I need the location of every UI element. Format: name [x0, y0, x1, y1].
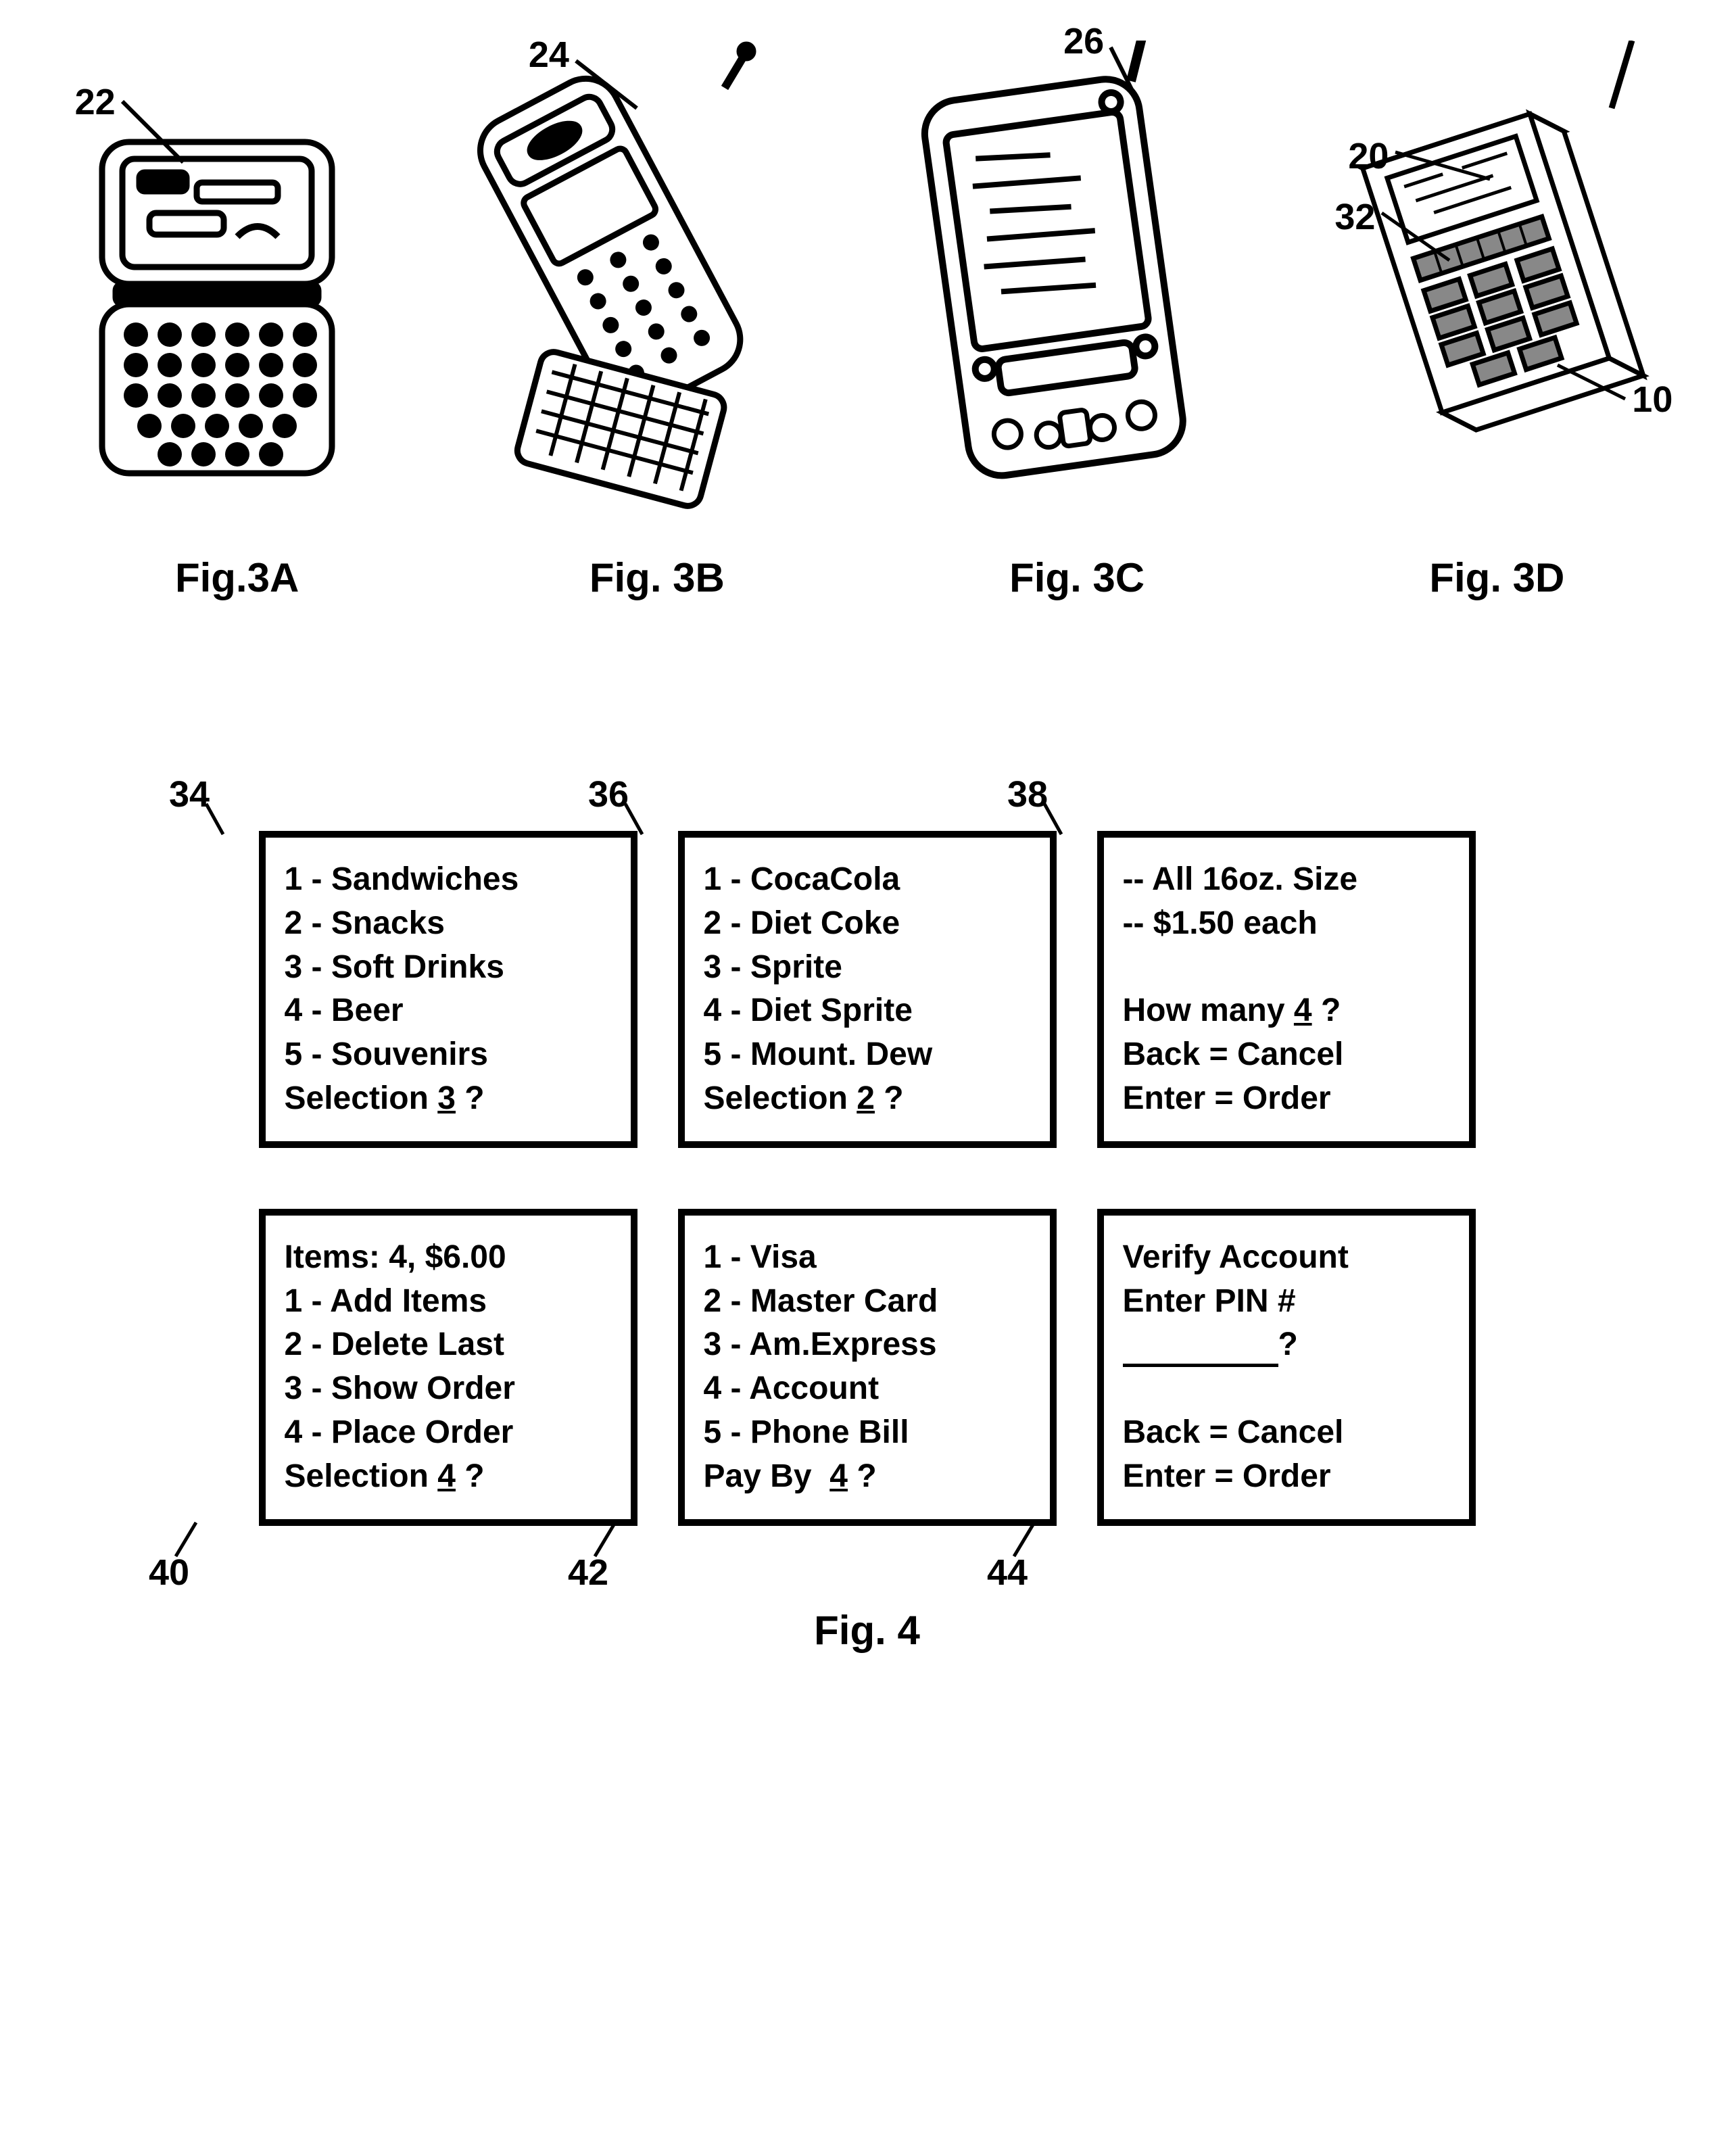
s36-prompt: Selection 2 ? [704, 1077, 1031, 1121]
s40-l1: 1 - Add Items [285, 1280, 612, 1324]
pda-icon [894, 41, 1219, 527]
ref-20: 20 [1348, 135, 1389, 177]
s34-l4: 4 - Beer [285, 989, 612, 1033]
s42-l4: 4 - Account [704, 1367, 1031, 1411]
ref-36: 36 [588, 773, 629, 815]
s42-l1: 1 - Visa [704, 1236, 1031, 1280]
caption-3b: Fig. 3B [495, 554, 819, 601]
s40-header: Items: 4, $6.00 [285, 1236, 612, 1280]
s38-b2: Enter = Order [1123, 1077, 1450, 1121]
screen-38: -- All 16oz. Size -- $1.50 each How many… [1097, 831, 1476, 1148]
caption-3c: Fig. 3C [915, 554, 1239, 601]
s44-blank: ? [1123, 1323, 1450, 1367]
ref-26: 26 [1063, 20, 1104, 62]
screen-42: 1 - Visa 2 - Master Card 3 - Am.Express … [678, 1209, 1057, 1526]
screen-44: Verify Account Enter PIN # ? Back = Canc… [1097, 1209, 1476, 1526]
device-captions: Fig.3A Fig. 3B Fig. 3C Fig. 3D [27, 554, 1707, 601]
remote-icon [1328, 41, 1652, 527]
s42-l2: 2 - Master Card [704, 1280, 1031, 1324]
s40-l4: 4 - Place Order [285, 1411, 612, 1455]
ref-22: 22 [75, 81, 116, 123]
screen-grid: 34 36 38 1 - Sandwiches 2 - Snacks 3 - S… [27, 831, 1707, 1526]
caption-3a: Fig.3A [75, 554, 400, 601]
s40-prompt: Selection 4 ? [285, 1455, 612, 1499]
ref-44: 44 [987, 1552, 1028, 1594]
s34-l1: 1 - Sandwiches [285, 858, 612, 902]
screen-40: Items: 4, $6.00 1 - Add Items 2 - Delete… [259, 1209, 637, 1526]
device-10: 20 32 10 [1328, 41, 1652, 527]
s38-t1: -- All 16oz. Size [1123, 858, 1450, 902]
ref-42: 42 [568, 1552, 608, 1594]
s36-l1: 1 - CocaCola [704, 858, 1031, 902]
device-24: 24 [461, 41, 786, 527]
s40-l2: 2 - Delete Last [285, 1323, 612, 1367]
caption-fig4: Fig. 4 [27, 1607, 1707, 1654]
s34-l2: 2 - Snacks [285, 902, 612, 946]
s34-l5: 5 - Souvenirs [285, 1033, 612, 1077]
s44-t2: Enter PIN # [1123, 1280, 1450, 1324]
flip-phone-icon [461, 41, 786, 527]
s34-prompt: Selection 3 ? [285, 1077, 612, 1121]
s36-l4: 4 - Diet Sprite [704, 989, 1031, 1033]
pager-icon [82, 41, 352, 527]
s42-l5: 5 - Phone Bill [704, 1411, 1031, 1455]
s42-prompt: Pay By 4 ? [704, 1455, 1031, 1499]
caption-3d: Fig. 3D [1334, 554, 1659, 601]
s38-t2: -- $1.50 each [1123, 902, 1450, 946]
ref-10: 10 [1632, 379, 1672, 421]
device-row: 22 [27, 41, 1707, 527]
s44-b1: Back = Cancel [1123, 1411, 1450, 1455]
s38-b1: Back = Cancel [1123, 1033, 1450, 1077]
ref-24: 24 [529, 34, 569, 76]
s38-prompt: How many 4 ? [1123, 989, 1450, 1033]
s34-l3: 3 - Soft Drinks [285, 946, 612, 990]
s36-l5: 5 - Mount. Dew [704, 1033, 1031, 1077]
ref-40: 40 [149, 1552, 189, 1594]
device-22: 22 [82, 41, 352, 527]
device-26: 26 [894, 41, 1219, 527]
s36-l2: 2 - Diet Coke [704, 902, 1031, 946]
s44-b2: Enter = Order [1123, 1455, 1450, 1499]
s36-l3: 3 - Sprite [704, 946, 1031, 990]
s42-l3: 3 - Am.Express [704, 1323, 1031, 1367]
ref-38: 38 [1007, 773, 1048, 815]
screen-34: 1 - Sandwiches 2 - Snacks 3 - Soft Drink… [259, 831, 637, 1148]
ref-32: 32 [1334, 196, 1375, 238]
s40-l3: 3 - Show Order [285, 1367, 612, 1411]
ref-34: 34 [169, 773, 210, 815]
screen-36: 1 - CocaCola 2 - Diet Coke 3 - Sprite 4 … [678, 831, 1057, 1148]
s44-t1: Verify Account [1123, 1236, 1450, 1280]
